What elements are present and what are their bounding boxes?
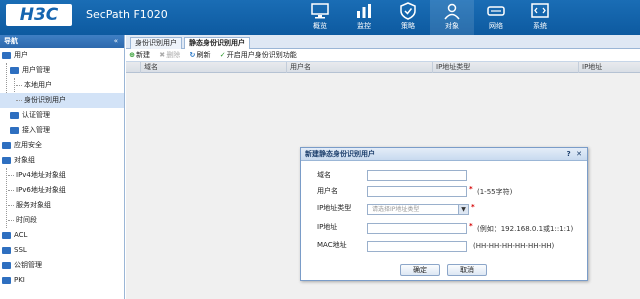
nav-label: 网络 [489, 22, 503, 30]
sidebar-item-acl[interactable]: ACL [0, 228, 124, 243]
sidebar-item-ipv4-object-group[interactable]: IPv4地址对象组 [0, 168, 124, 183]
collapse-icon[interactable]: « [114, 35, 118, 48]
folder-icon [2, 246, 11, 254]
sidebar-title: 导航 [4, 37, 18, 45]
username-input[interactable] [367, 186, 467, 197]
network-icon [487, 6, 505, 16]
sidebar-item-identity-user[interactable]: 身份识别用户 [0, 93, 124, 108]
sidebar-item-service-object-group[interactable]: 服务对象组 [0, 198, 124, 213]
folder-icon [2, 141, 11, 149]
dialog-title-bar: 新建静态身份识别用户 ? ✕ [301, 148, 587, 161]
folder-icon [10, 111, 19, 119]
folder-icon [10, 126, 19, 134]
username-label: 用户名 [317, 187, 338, 195]
chevron-down-icon[interactable]: ▼ [458, 205, 468, 214]
mac-address-hint: (HH-HH-HH-HH-HH-HH) [473, 242, 555, 250]
monitor-icon [311, 3, 329, 19]
nav-label: 对象 [445, 22, 459, 30]
sidebar-item-ssl[interactable]: SSL [0, 243, 124, 258]
folder-icon [2, 261, 11, 269]
mac-address-label: MAC地址 [317, 241, 347, 249]
check-circle-icon: ✓ [219, 51, 226, 59]
sidebar-item-local-user[interactable]: 本地用户 [0, 78, 124, 93]
sidebar-item-time-range[interactable]: 时间段 [0, 213, 124, 228]
h3c-logo: H3C [6, 4, 72, 26]
nav-system[interactable]: 系统 [518, 0, 562, 35]
sidebar-item-access-management[interactable]: 接入管理 [0, 123, 124, 138]
enable-identity-button[interactable]: ✓开启用户身份识别功能 [219, 49, 297, 62]
domain-label: 域名 [317, 171, 331, 179]
shield-icon [400, 2, 416, 20]
sidebar-header: 导航 « [0, 35, 124, 48]
required-mark: * [471, 203, 475, 211]
folder-icon [2, 276, 11, 284]
ip-address-input[interactable] [367, 223, 467, 234]
system-icon [531, 3, 549, 18]
tab-bar: 身份识别用户 静态身份识别用户 [126, 35, 640, 49]
ip-type-label: IP地址类型 [317, 204, 352, 212]
folder-icon [10, 66, 19, 74]
sidebar-item-auth-management[interactable]: 认证管理 [0, 108, 124, 123]
top-bar: H3C SecPath F1020 概览 监控 策略 对象 网络 系统 [0, 0, 640, 35]
folder-icon [2, 231, 11, 239]
nav-policy[interactable]: 策略 [386, 0, 430, 35]
delete-button[interactable]: ✖删除 [158, 49, 180, 62]
sidebar-item-app-security[interactable]: 应用安全 [0, 138, 124, 153]
sidebar-item-user-management[interactable]: 用户管理 [0, 63, 124, 78]
chart-icon [357, 4, 371, 18]
tab-static-identity-user[interactable]: 静态身份识别用户 [184, 37, 250, 49]
nav-monitor[interactable]: 监控 [342, 0, 386, 35]
ip-address-label: IP地址 [317, 223, 338, 231]
nav-label: 策略 [401, 22, 415, 30]
nav-overview[interactable]: 概览 [298, 0, 342, 35]
sidebar-item-user[interactable]: 用户 [0, 48, 124, 63]
help-icon[interactable]: ? [567, 150, 571, 158]
nav-network[interactable]: 网络 [474, 0, 518, 35]
folder-icon [2, 51, 11, 59]
sidebar: 导航 « 用户 用户管理 本地用户 身份识别用户 认证管理 接入管理 应用安全 … [0, 35, 125, 299]
dialog-title: 新建静态身份识别用户 [305, 150, 375, 158]
username-hint: (1-55字符) [477, 188, 513, 196]
cancel-button[interactable]: 取消 [447, 264, 487, 276]
add-icon: ⊕ [129, 51, 135, 59]
nav-label: 系统 [533, 22, 547, 30]
close-icon[interactable]: ✕ [576, 150, 582, 158]
domain-input[interactable] [367, 170, 467, 181]
nav-object[interactable]: 对象 [430, 0, 474, 35]
nav-label: 概览 [313, 22, 327, 30]
ip-address-hint: (例如：192.168.0.1或1::1:1) [477, 225, 574, 233]
required-mark: * [469, 222, 473, 230]
object-icon [444, 3, 460, 20]
sidebar-item-public-key[interactable]: 公钥管理 [0, 258, 124, 273]
required-mark: * [469, 185, 473, 193]
sidebar-item-object-group[interactable]: 对象组 [0, 153, 124, 168]
ip-type-select[interactable]: 请选择IP地址类型 ▼ [367, 204, 469, 215]
toolbar: ⊕新建 ✖删除 ↻刷新 ✓开启用户身份识别功能 [126, 49, 640, 62]
tab-identity-user[interactable]: 身份识别用户 [130, 37, 182, 49]
ip-type-placeholder: 请选择IP地址类型 [372, 206, 420, 213]
sidebar-item-pki[interactable]: PKI [0, 273, 124, 288]
product-name: SecPath F1020 [86, 8, 168, 21]
mac-address-input[interactable] [367, 241, 467, 252]
sidebar-item-ipv6-object-group[interactable]: IPv6地址对象组 [0, 183, 124, 198]
nav-label: 监控 [357, 22, 371, 30]
refresh-button[interactable]: ↻刷新 [188, 49, 211, 62]
folder-icon [2, 156, 11, 164]
new-button[interactable]: ⊕新建 [128, 49, 150, 62]
ok-button[interactable]: 确定 [400, 264, 440, 276]
new-static-identity-user-dialog: 新建静态身份识别用户 ? ✕ 域名 用户名 * (1-55字符) IP地址类型 … [300, 147, 588, 281]
